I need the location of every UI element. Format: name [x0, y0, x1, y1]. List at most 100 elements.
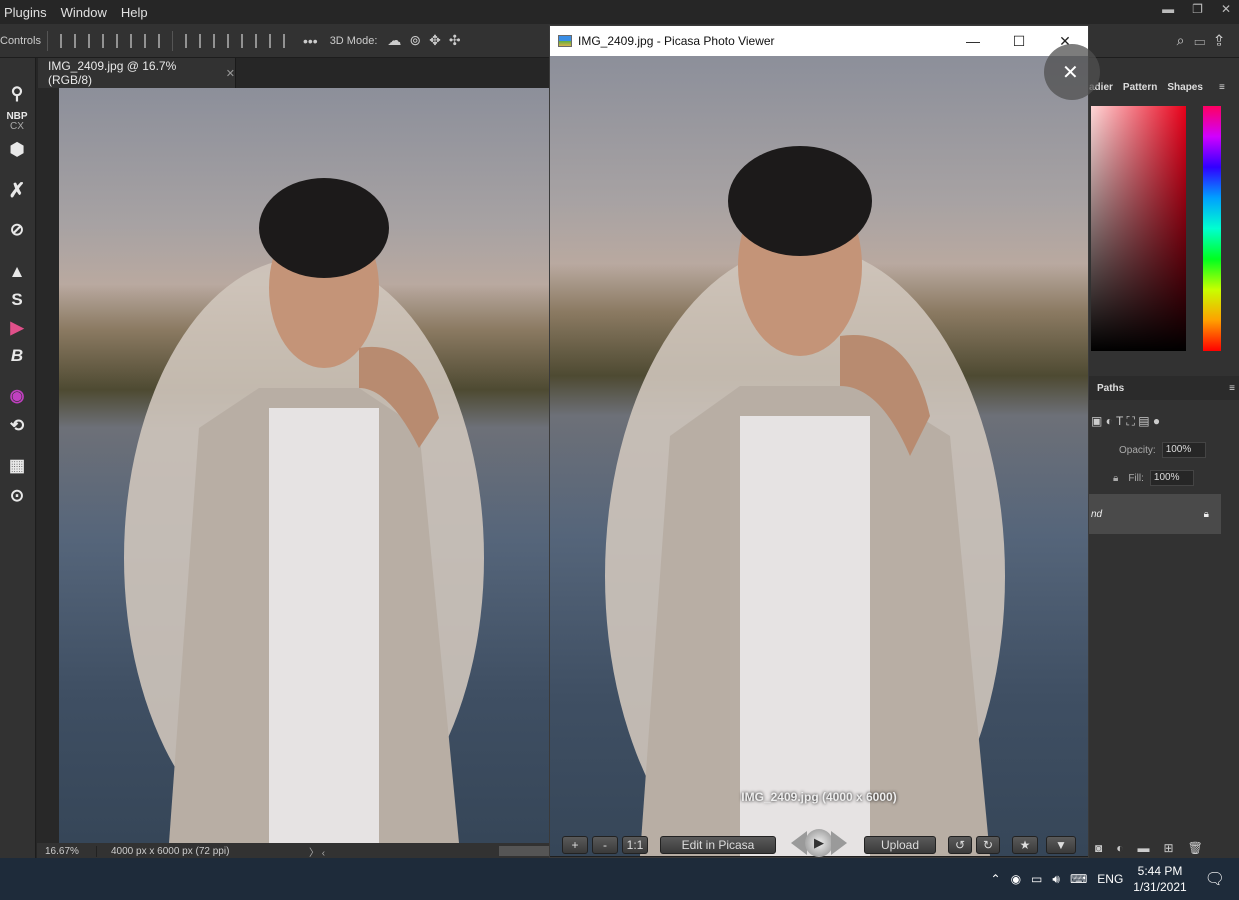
paths-panel-header: Paths ≡	[1089, 376, 1239, 400]
search-icon[interactable]: ⌕▭⇪	[1177, 32, 1233, 49]
upload-button[interactable]: Upload	[864, 836, 936, 854]
close-icon[interactable]: ✕	[1221, 2, 1231, 16]
panel-menu-icon[interactable]: ≡	[1229, 383, 1235, 394]
layer-filter-icons[interactable]: ▣ ◐ T ⛶ ▤ ●	[1089, 414, 1160, 429]
minimize-icon[interactable]: ▬	[1162, 2, 1174, 16]
folder-icon[interactable]: ▬	[1138, 841, 1150, 855]
star-icon[interactable]: ★	[1012, 836, 1038, 854]
cube-icon[interactable]: ⬢	[5, 138, 29, 162]
discord-icon[interactable]: ◉	[1011, 872, 1021, 886]
eraser-icon[interactable]: ⊘	[5, 218, 29, 242]
zoom-in-button[interactable]: +	[562, 836, 588, 854]
system-tray: ⌃ ◉ ▭ 🔊︎ ⌨ ENG 5:44 PM 1/31/2021 🗨︎	[991, 858, 1239, 900]
tools-x-icon[interactable]: ✗	[5, 178, 29, 202]
viewer-close-button[interactable]: ✕	[1044, 44, 1100, 100]
clock[interactable]: 5:44 PM 1/31/2021	[1133, 863, 1186, 895]
picasa-window: IMG_2409.jpg - Picasa Photo Viewer — ☐ ✕…	[549, 25, 1100, 858]
minimize-icon[interactable]: —	[950, 26, 996, 56]
3d-tool-icons[interactable]: ☁⊚✥✣	[387, 32, 468, 49]
ps-menubar: Plugins Window Help ▬ ❐ ✕	[0, 0, 1239, 24]
notifications-icon[interactable]: 🗨︎	[1205, 869, 1225, 889]
align-middle-icon[interactable]	[212, 33, 229, 48]
next-arrow-icon[interactable]	[831, 831, 847, 855]
maximize-icon[interactable]: ☐	[996, 26, 1042, 56]
dropdown-chevron-icon[interactable]: ▼	[1046, 836, 1076, 854]
desktop: Plugins Window Help ▬ ❐ ✕ Controls ••• 3…	[0, 0, 1239, 900]
divider	[46, 30, 48, 51]
trash-icon[interactable]: 🗑︎	[1188, 841, 1203, 855]
hue-slider[interactable]	[1203, 106, 1221, 351]
restore-icon[interactable]: ❐	[1192, 2, 1203, 16]
chevron-right-icon[interactable]: 〉 ‹	[297, 844, 325, 859]
target-icon[interactable]: ⊙	[5, 484, 29, 508]
volume-icon[interactable]: 🔊︎	[1052, 872, 1060, 887]
actual-size-button[interactable]: 1:1	[622, 836, 648, 854]
opacity-label: Opacity:	[1119, 444, 1156, 456]
mask-icon[interactable]: ◙	[1095, 841, 1102, 855]
document-tab[interactable]: IMG_2409.jpg @ 16.7% (RGB/8) ✕	[38, 58, 236, 88]
divider	[171, 30, 173, 51]
color-picker-field[interactable]	[1091, 106, 1186, 351]
menu-window[interactable]: Window	[57, 5, 117, 20]
rotate-right-icon[interactable]: ↻	[976, 836, 1000, 854]
swap-icon[interactable]: ⟲	[5, 414, 29, 438]
edit-in-picasa-button[interactable]: Edit in Picasa	[660, 836, 776, 854]
align-right-icon[interactable]	[115, 33, 132, 48]
network-icon[interactable]: ▭	[1031, 872, 1042, 886]
zoom-level[interactable]: 16.67%	[37, 845, 97, 857]
language-indicator[interactable]: ENG	[1097, 872, 1123, 886]
clock-date: 1/31/2021	[1133, 880, 1187, 894]
tools-panel: ⚲ NBP CX ⬢ ✗ ⊘ ▲ S ▶ B ◉ ⟲ ▦ ⊙	[0, 58, 36, 858]
panel-menu-icon[interactable]: ≡	[1219, 82, 1225, 93]
adjustment-icon[interactable]: ◐	[1116, 841, 1123, 855]
layers-footer: ◙ ◐ ▬ ⊞ 🗑︎	[1089, 838, 1239, 858]
new-layer-icon[interactable]: ⊞	[1164, 841, 1174, 855]
more-options-button[interactable]: •••	[303, 33, 318, 49]
picasa-photo	[550, 56, 1088, 856]
ps-window-controls: ▬ ❐ ✕	[1162, 2, 1231, 16]
tab-close-icon[interactable]: ✕	[226, 67, 235, 80]
chevron-up-icon[interactable]: ⌃	[991, 872, 1001, 886]
tab-paths[interactable]: Paths	[1097, 383, 1124, 394]
document-tab-strip: IMG_2409.jpg @ 16.7% (RGB/8) ✕	[0, 58, 548, 88]
3d-mode-label: 3D Mode:	[329, 34, 378, 47]
fill-field[interactable]: 100%	[1149, 470, 1194, 486]
tab-shapes[interactable]: Shapes	[1167, 82, 1203, 93]
menu-help[interactable]: Help	[117, 5, 158, 20]
align-bottom-icon[interactable]	[240, 33, 257, 48]
menu-plugins[interactable]: Plugins	[0, 5, 57, 20]
nbp-plugin-icon[interactable]: NBP CX	[5, 110, 29, 134]
opacity-field[interactable]: 100%	[1161, 442, 1206, 458]
align-left-icon[interactable]	[59, 33, 76, 48]
rotate-left-icon[interactable]: ↺	[948, 836, 972, 854]
document-info: 4000 px x 6000 px (72 ppi)	[111, 845, 230, 857]
document-tab-title: IMG_2409.jpg @ 16.7% (RGB/8)	[48, 59, 177, 87]
controls-label: Controls	[0, 34, 41, 47]
layer-name: nd	[1091, 508, 1103, 520]
connection-tool-icon[interactable]: ⚲	[5, 82, 29, 106]
triangle-icon[interactable]: ▲	[5, 260, 29, 284]
tab-patterns[interactable]: Pattern	[1123, 82, 1157, 93]
distribute-icon[interactable]	[143, 33, 160, 48]
lock-icon[interactable]: 🔒︎	[1113, 473, 1118, 484]
distribute-vertical-icon[interactable]	[268, 33, 285, 48]
align-center-icon[interactable]	[87, 33, 104, 48]
play-plugin-icon[interactable]: ▶	[5, 316, 29, 340]
picasa-toolbar: + - 1:1 Edit in Picasa ▶ Upload ↺ ↻ ★ ▼	[550, 829, 1088, 858]
fill-control: 🔒︎ Fill: 100%	[1113, 470, 1194, 486]
fill-label: Fill:	[1128, 472, 1144, 484]
windows-taskbar: ⌃ ◉ ▭ 🔊︎ ⌨ ENG 5:44 PM 1/31/2021 🗨︎	[0, 858, 1239, 900]
picasa-app-icon	[558, 35, 572, 47]
layer-row-background[interactable]: nd 🔒︎	[1089, 494, 1221, 534]
b-plugin-icon[interactable]: B	[5, 344, 29, 368]
zoom-out-button[interactable]: -	[592, 836, 618, 854]
document-canvas[interactable]	[37, 88, 549, 843]
keyboard-icon[interactable]: ⌨	[1070, 872, 1087, 886]
horizontal-scrollbar[interactable]	[499, 846, 549, 856]
eye-icon[interactable]: ◉	[5, 384, 29, 408]
align-top-icon[interactable]	[184, 33, 201, 48]
s-plugin-icon[interactable]: S	[5, 288, 29, 312]
play-slideshow-icon[interactable]: ▶	[805, 829, 833, 857]
qr-icon[interactable]: ▦	[5, 454, 29, 478]
picasa-title-bar: IMG_2409.jpg - Picasa Photo Viewer — ☐ ✕	[550, 26, 1088, 56]
